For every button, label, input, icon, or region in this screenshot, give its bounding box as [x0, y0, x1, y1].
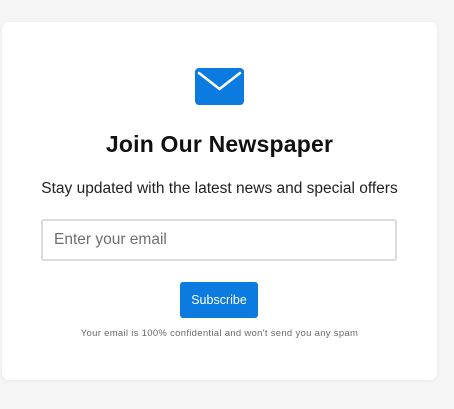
- newsletter-title: Join Our Newspaper: [105, 131, 334, 157]
- email-input[interactable]: [41, 219, 397, 261]
- envelope-icon: [195, 68, 244, 105]
- subscribe-button[interactable]: Subscribe: [180, 282, 258, 318]
- newsletter-subtitle: Stay updated with the latest news and sp…: [41, 180, 398, 197]
- privacy-note: Your email is 100% confidential and won'…: [80, 328, 359, 339]
- newsletter-card: Join Our Newspaper Stay updated with the…: [2, 22, 437, 380]
